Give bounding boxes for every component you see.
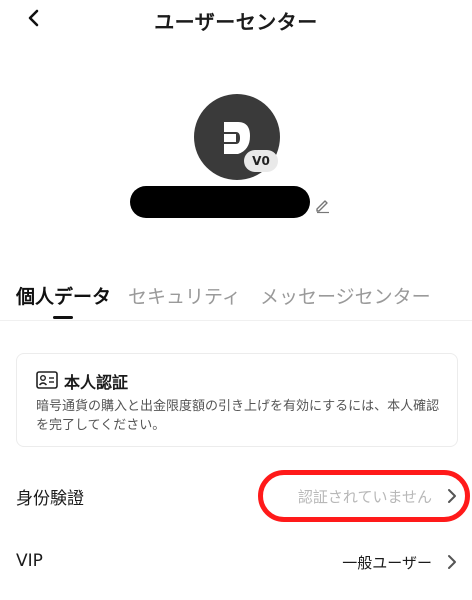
row-value-identity: 認証されていません [297, 488, 432, 506]
tab-personal-data[interactable]: 個人データ [16, 282, 111, 309]
id-card-icon [36, 371, 58, 389]
level-badge: V0 [244, 150, 278, 172]
username-redacted [130, 186, 310, 218]
chevron-right-icon [448, 555, 456, 569]
card-title: 本人認証 [64, 373, 129, 392]
card-description: 暗号通貨の購入と出金限度額の引き上げを有効にするには、本人確認を完了してください… [36, 399, 440, 433]
tabs-divider [0, 320, 472, 321]
row-label-identity: 身份験證 [16, 489, 84, 509]
active-tab-indicator [53, 316, 73, 319]
row-label-vip: VIP [16, 551, 43, 571]
tab-message-center[interactable]: メッセージセンター [260, 282, 431, 309]
tab-security[interactable]: セキュリティ [128, 282, 241, 309]
chevron-right-icon [448, 489, 456, 503]
row-value-vip: 一般ユーザー [342, 554, 432, 572]
page-title: ユーザーセンター [154, 10, 318, 34]
pencil-icon[interactable] [314, 196, 332, 214]
